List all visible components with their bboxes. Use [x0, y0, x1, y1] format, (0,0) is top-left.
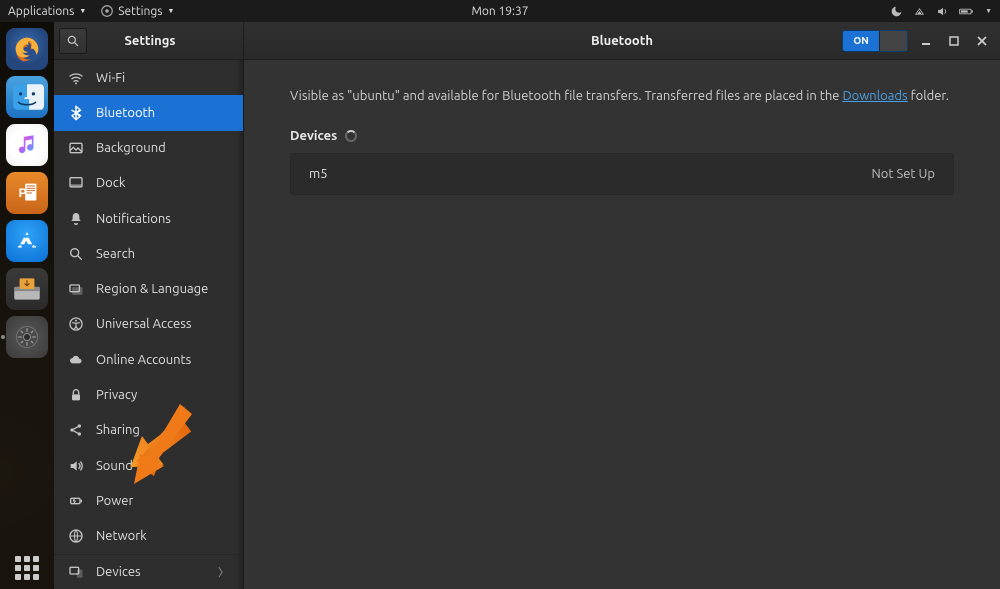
headerbar-sidebar-section: Settings	[54, 22, 244, 59]
sidebar-item-label: Notifications	[96, 212, 171, 226]
sidebar-item-devices[interactable]: Devices 〉	[54, 554, 243, 589]
sidebar-search-button[interactable]	[59, 28, 87, 54]
sidebar-title: Settings	[87, 34, 243, 48]
device-list: m5 Not Set Up	[290, 153, 954, 195]
headerbar: Settings Bluetooth ON	[54, 22, 1000, 60]
dock-finder[interactable]	[6, 76, 48, 118]
minimize-button[interactable]	[916, 31, 936, 51]
device-name: m5	[309, 167, 871, 181]
sidebar-item-wifi[interactable]: Wi-Fi	[54, 60, 243, 95]
network-icon	[68, 528, 84, 544]
applications-label: Applications	[8, 5, 74, 18]
dock-show-applications[interactable]	[6, 547, 48, 589]
lock-icon	[68, 387, 84, 403]
toggle-on-label: ON	[843, 31, 879, 51]
night-light-icon[interactable]	[890, 5, 903, 18]
sidebar-item-label: Network	[96, 529, 147, 543]
device-status: Not Set Up	[871, 167, 935, 181]
dock-app-store[interactable]	[6, 220, 48, 262]
sidebar-item-region-language[interactable]: Region & Language	[54, 272, 243, 307]
cloud-icon	[68, 352, 84, 368]
sidebar-item-label: Power	[96, 494, 133, 508]
device-row[interactable]: m5 Not Set Up	[291, 154, 953, 194]
sidebar-item-bluetooth[interactable]: Bluetooth	[54, 95, 243, 130]
dock-music[interactable]	[6, 124, 48, 166]
power-icon	[68, 493, 84, 509]
settings-sidebar: Wi-Fi Bluetooth Background Dock Notifica…	[54, 60, 244, 589]
chevron-down-icon: ▼	[79, 7, 86, 15]
chevron-down-icon: ▼	[168, 7, 175, 15]
sidebar-item-network[interactable]: Network	[54, 518, 243, 553]
sidebar-item-label: Region & Language	[96, 282, 208, 296]
sidebar-item-label: Privacy	[96, 388, 137, 402]
dock-firefox[interactable]	[6, 28, 48, 70]
dock-icon	[68, 175, 84, 191]
bluetooth-description: Visible as "ubuntu" and available for Bl…	[290, 84, 954, 109]
bluetooth-toggle[interactable]: ON	[842, 30, 908, 52]
active-app-label: Settings	[118, 5, 162, 18]
sidebar-item-search[interactable]: Search	[54, 236, 243, 271]
svg-text:P: P	[19, 186, 27, 200]
sidebar-item-label: Sound	[96, 459, 133, 473]
devices-heading: Devices	[290, 129, 954, 143]
sidebar-item-dock[interactable]: Dock	[54, 166, 243, 201]
dock: P	[0, 22, 54, 589]
headerbar-content-section: Bluetooth ON	[244, 22, 1000, 59]
settings-icon	[100, 4, 114, 18]
active-app-menu[interactable]: Settings ▼	[100, 4, 174, 18]
search-icon	[66, 34, 80, 48]
dock-presentations[interactable]: P	[6, 172, 48, 214]
bell-icon	[68, 211, 84, 227]
downloads-link[interactable]: Downloads	[842, 89, 907, 103]
sidebar-item-label: Wi-Fi	[96, 71, 125, 85]
sidebar-item-privacy[interactable]: Privacy	[54, 377, 243, 412]
sidebar-item-label: Online Accounts	[96, 353, 191, 367]
sidebar-item-label: Dock	[96, 176, 125, 190]
background-icon	[68, 140, 84, 156]
sidebar-item-universal-access[interactable]: Universal Access	[54, 307, 243, 342]
devices-label: Devices	[290, 129, 337, 143]
chevron-right-icon: 〉	[218, 564, 229, 580]
accessibility-icon	[68, 316, 84, 332]
sidebar-item-background[interactable]: Background	[54, 131, 243, 166]
devices-icon	[68, 564, 84, 580]
sidebar-item-label: Search	[96, 247, 135, 261]
apps-grid-icon	[15, 556, 39, 580]
dock-system-installer[interactable]	[6, 268, 48, 310]
desc-text-pre: Visible as "ubuntu" and available for Bl…	[290, 89, 842, 103]
top-panel: Applications ▼ Settings ▼ Mon 19:37 ▼	[0, 0, 1000, 22]
battery-indicator-icon[interactable]	[959, 5, 974, 18]
sidebar-item-sharing[interactable]: Sharing	[54, 413, 243, 448]
sound-icon	[68, 458, 84, 474]
sidebar-item-label: Bluetooth	[96, 106, 155, 120]
toggle-knob	[879, 31, 907, 51]
system-menu-chevron-icon[interactable]: ▼	[985, 7, 992, 15]
sidebar-item-power[interactable]: Power	[54, 483, 243, 518]
sidebar-item-label: Sharing	[96, 423, 140, 437]
sidebar-item-notifications[interactable]: Notifications	[54, 201, 243, 236]
desc-text-post: folder.	[908, 89, 949, 103]
network-indicator-icon[interactable]	[913, 5, 926, 18]
bluetooth-icon	[68, 105, 84, 121]
volume-indicator-icon[interactable]	[936, 5, 949, 18]
settings-window: Settings Bluetooth ON Wi-Fi	[54, 22, 1000, 589]
share-icon	[68, 422, 84, 438]
globe-icon	[68, 281, 84, 297]
sidebar-item-label: Devices	[96, 565, 141, 579]
dock-settings[interactable]	[6, 316, 48, 358]
sidebar-item-sound[interactable]: Sound	[54, 448, 243, 483]
content-pane: Visible as "ubuntu" and available for Bl…	[244, 60, 1000, 589]
maximize-button[interactable]	[944, 31, 964, 51]
sidebar-item-label: Universal Access	[96, 317, 191, 331]
scanning-spinner-icon	[345, 130, 357, 142]
sidebar-item-online-accounts[interactable]: Online Accounts	[54, 342, 243, 377]
applications-menu[interactable]: Applications ▼	[8, 5, 86, 18]
search-icon	[68, 246, 84, 262]
wifi-icon	[68, 70, 84, 86]
close-button[interactable]	[972, 31, 992, 51]
sidebar-item-label: Background	[96, 141, 166, 155]
